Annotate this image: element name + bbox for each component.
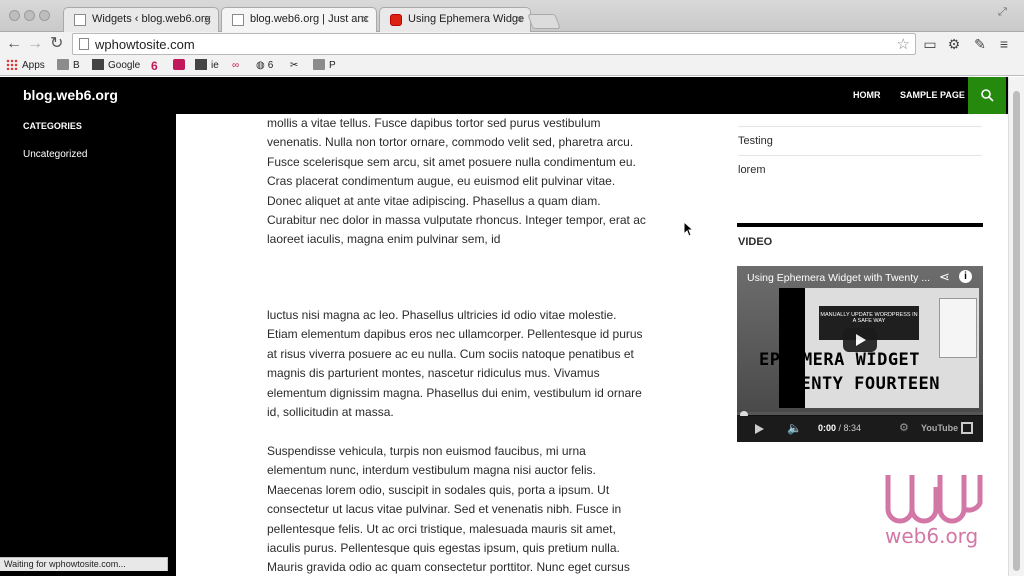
bookmark-apps[interactable]: Apps — [6, 59, 45, 73]
info-icon[interactable]: i — [959, 270, 972, 283]
folder-icon — [57, 59, 69, 70]
bookmark-six[interactable]: 6 — [151, 59, 158, 73]
folder-icon — [313, 59, 325, 70]
tab-blog[interactable]: blog.web6.org | Just anot ✕ — [221, 7, 377, 33]
video-overlay-line-2: TWENTY FOURTEEN — [779, 374, 941, 394]
bookmark-red[interactable] — [173, 59, 189, 73]
video-thumbnail[interactable]: MANUALLY UPDATE WORDPRESS IN A SAFE WAY … — [737, 266, 983, 412]
menu-item-homr[interactable]: HOMR — [853, 90, 881, 100]
bookmark-globe-6[interactable]: ◍ 6 — [256, 59, 273, 73]
back-arrow-icon[interactable]: ← — [6, 35, 22, 53]
menu-item-sample-page[interactable]: SAMPLE PAGE — [900, 90, 965, 100]
widget-link-testing[interactable]: Testing — [738, 127, 982, 156]
bookmark-star-icon[interactable]: ☆ — [897, 35, 910, 53]
video-controls: 🔈 0:00 / 8:34 ⚙ YouTube — [737, 416, 983, 442]
post-paragraph: luctus nisi magna ac leo. Phasellus ultr… — [267, 308, 643, 420]
search-toggle-button[interactable] — [968, 77, 1006, 114]
post-paragraph: Suspendisse vehicula, turpis non euismod… — [267, 444, 630, 575]
tab-title: blog.web6.org | Just anot — [250, 13, 368, 25]
tab-title: Widgets ‹ blog.web6.org — — [92, 13, 210, 25]
fullscreen-icon[interactable] — [961, 422, 973, 434]
categories-heading: CATEGORIES — [23, 121, 82, 131]
video-screenshot-panel — [939, 298, 977, 358]
widget-link-lorem[interactable]: lorem — [738, 156, 982, 185]
tab-close-icon[interactable]: ✕ — [361, 13, 370, 26]
scrollbar-thumb[interactable] — [1013, 91, 1020, 571]
youtube-logo[interactable]: YouTube — [921, 423, 958, 433]
address-bar[interactable]: wphowtosite.com ☆ — [72, 33, 916, 55]
category-link-uncategorized[interactable]: Uncategorized — [23, 149, 87, 160]
settings-gear-icon[interactable]: ⚙ — [946, 36, 962, 52]
tool-icon: ✂ — [290, 60, 299, 71]
web6-logo — [885, 475, 983, 524]
bookmark-google[interactable]: Google — [92, 59, 140, 73]
tab-close-icon[interactable]: ✕ — [203, 13, 212, 26]
minimize-window-button[interactable] — [24, 10, 35, 21]
search-icon — [981, 89, 994, 102]
scrollbar[interactable] — [1008, 77, 1024, 576]
extension-screen-icon[interactable]: ▭ — [922, 36, 938, 52]
bookmarks-bar: Apps B Google 6 ie ∞ ◍ 6 ✂ P — [0, 56, 1024, 76]
fullscreen-icon[interactable]: ⤢ — [998, 6, 1007, 19]
bookmark-link[interactable]: ∞ — [232, 59, 239, 73]
bookmark-tool[interactable]: ✂ — [290, 59, 298, 73]
new-tab-button[interactable] — [527, 14, 561, 29]
youtube-icon — [390, 14, 402, 26]
play-icon[interactable] — [755, 424, 764, 434]
post-paragraph: mollis a vitae tellus. Fusce dapibus tor… — [267, 116, 646, 247]
bookmark-p[interactable]: P — [313, 59, 336, 73]
video-widget-heading: VIDEO — [738, 236, 773, 248]
google-icon — [92, 59, 104, 70]
ie-icon — [195, 59, 207, 70]
share-icon[interactable]: ⋖ — [939, 269, 950, 285]
zoom-window-button[interactable] — [39, 10, 50, 21]
bookmark-ie[interactable]: ie — [195, 59, 219, 73]
video-time: 0:00 / 8:34 — [818, 423, 862, 433]
volume-icon[interactable]: 🔈 — [787, 421, 802, 435]
widget-divider — [737, 223, 983, 227]
play-button[interactable] — [843, 328, 877, 352]
video-overlay-line-1: EPHIMERA WIDGET — [759, 350, 921, 370]
tab-title: Using Ephemera Widget w — [408, 13, 524, 25]
video-progress-bar[interactable] — [737, 412, 983, 415]
globe-icon: ◍ — [256, 60, 265, 71]
red-square-icon — [173, 59, 185, 70]
settings-icon[interactable]: ⚙ — [899, 421, 909, 434]
browser-toolbar: ← → ↻ wphowtosite.com ☆ ▭ ⚙ ✎ ≡ — [0, 32, 1024, 56]
tab-youtube[interactable]: Using Ephemera Widget w ✕ — [379, 7, 531, 32]
status-bubble: Waiting for wphowtosite.com... — [0, 557, 168, 571]
page-icon — [232, 14, 244, 26]
six-icon: 6 — [151, 59, 158, 73]
watermark-text: web6.org — [885, 524, 979, 548]
site-header: blog.web6.org HOMR SAMPLE PAGE — [0, 77, 1008, 114]
reload-icon[interactable]: ↻ — [50, 35, 63, 53]
page-info-icon[interactable] — [79, 38, 89, 50]
video-title[interactable]: Using Ephemera Widget with Twenty ... — [747, 272, 937, 284]
url-text[interactable]: wphowtosite.com — [95, 37, 195, 52]
youtube-video-player[interactable]: MANUALLY UPDATE WORDPRESS IN A SAFE WAY … — [737, 266, 983, 442]
site-title[interactable]: blog.web6.org — [23, 87, 118, 103]
menu-icon[interactable]: ≡ — [996, 36, 1012, 52]
forward-arrow-icon[interactable]: → — [27, 35, 43, 53]
mouse-cursor-icon — [683, 221, 693, 237]
bookmark-b[interactable]: B — [57, 59, 80, 73]
close-window-button[interactable] — [9, 10, 20, 21]
tab-widgets[interactable]: Widgets ‹ blog.web6.org — ✕ — [63, 7, 219, 32]
tab-close-icon[interactable]: ✕ — [515, 13, 524, 26]
browser-tab-strip: Widgets ‹ blog.web6.org — ✕ blog.web6.or… — [0, 0, 1024, 33]
web-page: blog.web6.org HOMR SAMPLE PAGE CATEGORIE… — [0, 77, 1024, 576]
apps-grid-icon — [6, 59, 18, 70]
wordpress-page-icon — [74, 14, 86, 26]
left-sidebar: CATEGORIES Uncategorized — [0, 114, 176, 576]
eyedropper-icon[interactable]: ✎ — [972, 36, 988, 52]
link-icon: ∞ — [232, 60, 240, 71]
